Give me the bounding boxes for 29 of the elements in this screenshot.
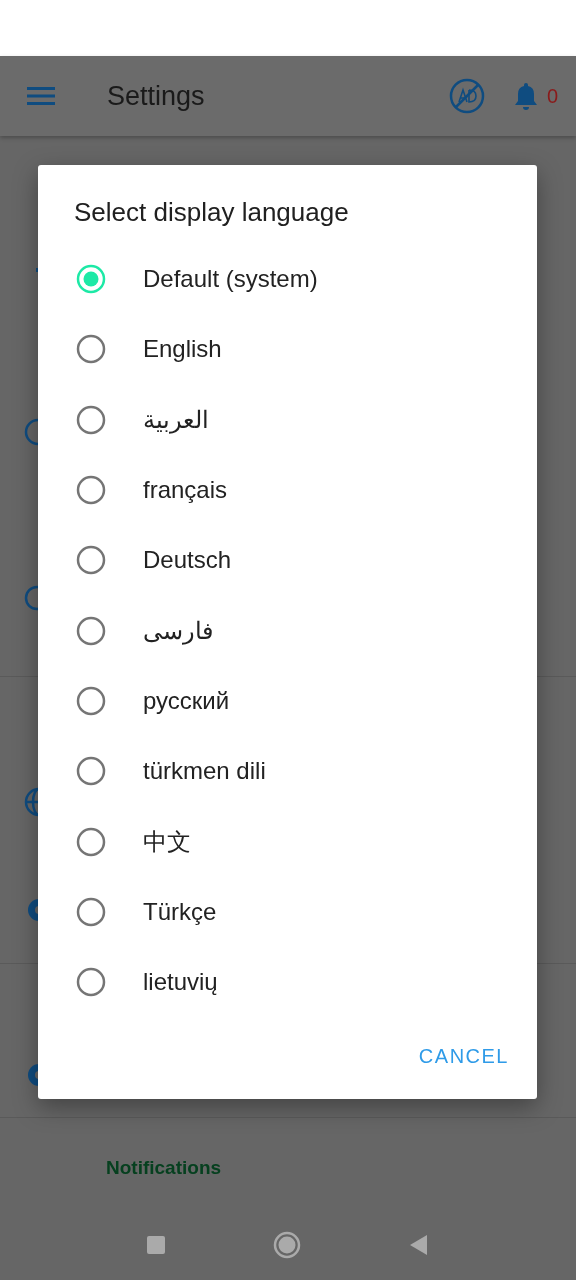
section-title: Notifications xyxy=(106,1157,222,1179)
notification-count: 0 xyxy=(546,84,558,108)
language-option[interactable]: Türkçe xyxy=(38,876,537,947)
radio-icon[interactable] xyxy=(76,475,106,506)
radio-icon[interactable] xyxy=(76,615,106,646)
language-option[interactable]: français xyxy=(38,454,537,526)
globe-icon xyxy=(24,787,40,817)
radio-icon[interactable] xyxy=(76,967,106,998)
radio-checked-icon[interactable] xyxy=(76,264,106,295)
radio-icon[interactable] xyxy=(76,896,106,927)
language-option[interactable]: Deutsch xyxy=(38,525,537,596)
back-icon[interactable] xyxy=(409,1234,429,1256)
language-option[interactable]: Default (system) xyxy=(38,244,537,315)
language-option[interactable]: 中文 xyxy=(38,806,537,877)
language-option[interactable]: العربية xyxy=(38,384,537,455)
radio-icon[interactable] xyxy=(76,404,106,435)
home-icon[interactable] xyxy=(273,1231,301,1259)
language-option[interactable]: lietuvių xyxy=(38,946,537,1018)
language-option[interactable]: türkmen dili xyxy=(38,736,537,807)
radio-icon[interactable] xyxy=(76,756,106,787)
dialog-title: Select display language xyxy=(73,197,350,229)
language-option[interactable]: English xyxy=(38,314,537,385)
screen-title: Settings xyxy=(107,80,205,112)
radio-icon[interactable] xyxy=(76,685,106,716)
language-option[interactable]: русский xyxy=(38,665,537,737)
radio-icon[interactable] xyxy=(76,334,106,365)
radio-icon[interactable] xyxy=(76,545,106,576)
language-option[interactable]: فارسی xyxy=(38,595,537,666)
radio-icon[interactable] xyxy=(76,826,106,857)
